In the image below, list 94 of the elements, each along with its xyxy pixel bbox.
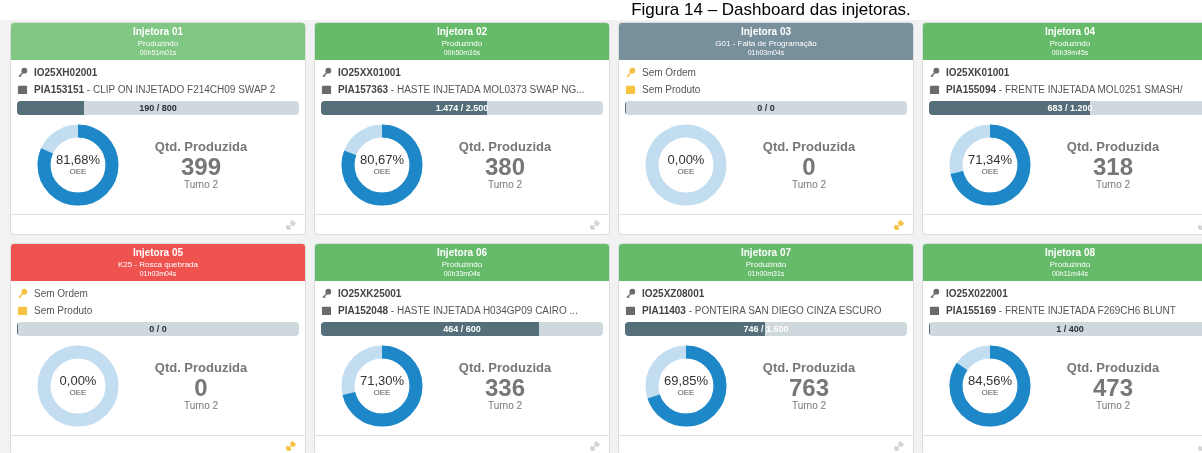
progress-text: 464 / 600 (442, 322, 482, 336)
order-text: IO25XH02001 (34, 66, 98, 81)
shift-text: Turno 2 (487, 179, 523, 190)
product-text: PIA155169 - FRENTE INJETADA F269CH6 BLUNT (946, 304, 1176, 319)
card-title: Injetora 05 (133, 247, 183, 260)
qty-value: 473 (1092, 375, 1133, 400)
oee-label: OEE (69, 168, 87, 177)
oee-value: 80,67% (359, 153, 405, 167)
shift-text: Turno 2 (183, 400, 219, 411)
shift-text: Turno 2 (791, 179, 827, 190)
progress-text: 0 / 0 (756, 101, 776, 115)
product-text: PIA157363 - HASTE INJETADA MOL0373 SWAP NG... (338, 83, 585, 98)
qty-value: 318 (1092, 154, 1133, 179)
oee-value: 0,00% (59, 374, 97, 388)
key-icon (17, 67, 28, 79)
status-text: Produzindo (1049, 259, 1091, 270)
status-text: G01 - Falta de Programação (715, 38, 817, 49)
oee-label: OEE (373, 168, 391, 177)
product-text: PIA153151 - CLIP ON INJETADO F214CH09 SWAP 2 (34, 83, 276, 98)
shift-text: Turno 2 (1095, 179, 1131, 190)
oee-label: OEE (69, 389, 87, 398)
box-icon (929, 84, 940, 96)
qty-value: 380 (484, 154, 525, 179)
order-text: IO25XX01001 (338, 66, 401, 81)
key-icon (321, 67, 332, 79)
card-title: Injetora 01 (133, 26, 183, 39)
box-icon (625, 305, 636, 317)
order-text: IO25XZ08001 (642, 287, 705, 302)
figure-caption: Figura 14 – Dashboard das injetoras. (631, 0, 911, 20)
key-icon (929, 288, 940, 300)
qty-value: 763 (788, 375, 829, 400)
oee-label: OEE (373, 389, 391, 398)
oee-value: 81,68% (55, 153, 101, 167)
order-text: IO25X022001 (946, 287, 1008, 302)
product-text: PIA11403 - PONTEIRA SAN DIEGO CINZA ESCURO (642, 304, 882, 319)
progress-text: 190 / 800 (138, 101, 178, 115)
qty-value: 336 (484, 375, 525, 400)
key-icon (929, 67, 940, 79)
order-text: IO25XK25001 (338, 287, 402, 302)
shift-text: Turno 2 (183, 179, 219, 190)
card-title: Injetora 04 (1045, 26, 1095, 39)
status-text: K25 - Rosca quebrada (117, 259, 199, 270)
key-icon (321, 288, 332, 300)
qty-label: Qtd. Produzida (154, 360, 248, 374)
key-icon (625, 67, 636, 79)
qty-label: Qtd. Produzida (762, 360, 856, 374)
oee-value: 71,30% (359, 374, 405, 388)
qty-label: Qtd. Produzida (1066, 139, 1160, 153)
qty-label: Qtd. Produzida (762, 139, 856, 153)
status-text: Produzindo (137, 38, 179, 49)
qty-label: Qtd. Produzida (458, 360, 552, 374)
shift-text: Turno 2 (1095, 400, 1131, 411)
box-icon (17, 84, 28, 96)
status-text: Produzindo (1049, 38, 1091, 49)
product-text: PIA152048 - HASTE INJETADA H034GP09 CAIRO ... (338, 304, 578, 319)
product-text: PIA155094 - FRENTE INJETADA MOL0251 SMASH/ (946, 83, 1183, 98)
box-icon (929, 305, 940, 317)
oee-value: 69,85% (663, 374, 709, 388)
box-icon (321, 84, 332, 96)
oee-label: OEE (981, 389, 999, 398)
box-icon (17, 305, 28, 317)
progress-text: 1 / 400 (1055, 322, 1085, 336)
qty-label: Qtd. Produzida (1066, 360, 1160, 374)
card-title: Injetora 02 (437, 26, 487, 39)
status-text: Produzindo (441, 259, 483, 270)
order-text: IO25XK01001 (946, 66, 1010, 81)
qty-value: 399 (180, 154, 221, 179)
card-title: Injetora 08 (1045, 247, 1095, 260)
oee-value: 84,56% (967, 374, 1013, 388)
qty-label: Qtd. Produzida (154, 139, 248, 153)
card-title: Injetora 06 (437, 247, 487, 260)
order-text: Sem Ordem (642, 66, 696, 81)
oee-label: OEE (677, 389, 695, 398)
qty-label: Qtd. Produzida (458, 139, 552, 153)
qty-value: 0 (194, 375, 208, 400)
product-text: Sem Produto (34, 304, 93, 319)
progress-text: 0 / 0 (148, 322, 168, 336)
card-title: Injetora 03 (741, 26, 791, 39)
box-icon (625, 84, 636, 96)
status-text: Produzindo (441, 38, 483, 49)
shift-text: Turno 2 (791, 400, 827, 411)
status-text: Produzindo (745, 259, 787, 270)
card-title: Injetora 07 (741, 247, 791, 260)
product-text: Sem Produto (642, 83, 701, 98)
key-icon (17, 288, 28, 300)
oee-value: 71,34% (967, 153, 1013, 167)
shift-text: Turno 2 (487, 400, 523, 411)
box-icon (321, 305, 332, 317)
key-icon (625, 288, 636, 300)
oee-label: OEE (981, 168, 999, 177)
oee-label: OEE (677, 168, 695, 177)
oee-value: 0,00% (667, 153, 705, 167)
order-text: Sem Ordem (34, 287, 88, 302)
qty-value: 0 (802, 154, 816, 179)
